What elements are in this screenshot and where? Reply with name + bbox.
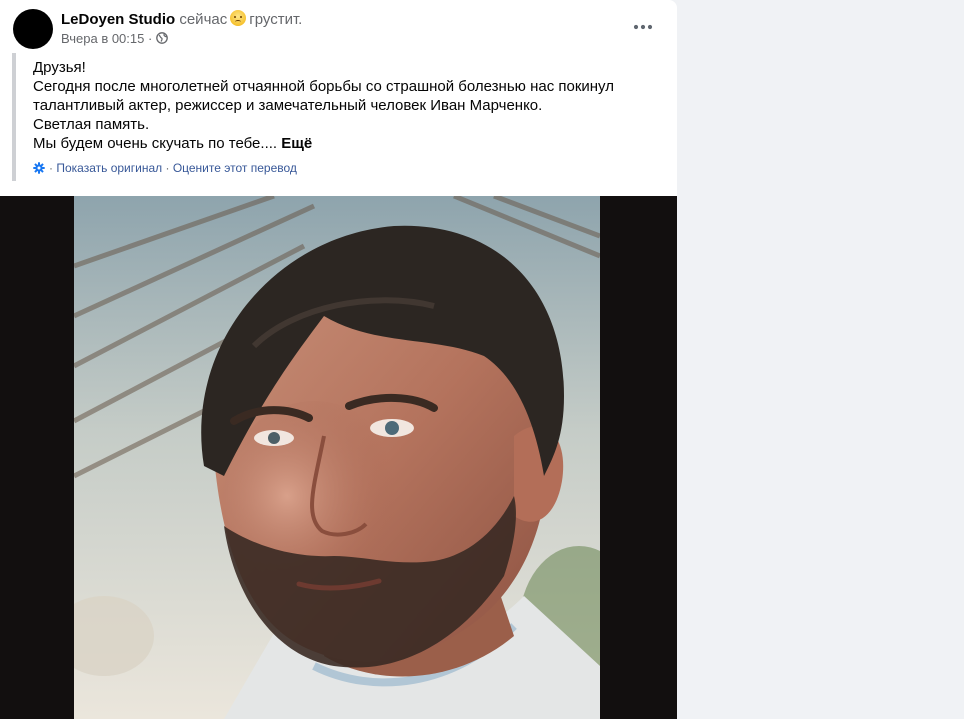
post-header: LeDoyen Studio сейчас грустит. Вчера в 00… [0,0,677,52]
post-text-line: Светлая память. [33,116,150,133]
post-text-line: Друзья! [33,59,86,76]
feeling-prefix: сейчас [179,11,228,28]
translation-separator: · [49,161,53,175]
feeling-text: грустит. [249,11,303,28]
translation-bar: · Показать оригинал · Оцените этот перев… [33,160,297,176]
post-meta: Вчера в 00:15 · [61,31,168,47]
more-dots-icon [633,24,653,30]
show-original-link[interactable]: Показать оригинал [56,161,162,175]
post-text: Друзья! Сегодня после многолетней отчаян… [33,58,663,153]
post-card: LeDoyen Studio сейчас грустит. Вчера в 00… [0,0,677,719]
rate-translation-link[interactable]: Оцените этот перевод [173,161,297,175]
portrait-photo [74,196,600,719]
more-options-button[interactable] [627,11,659,43]
post-timestamp[interactable]: Вчера в 00:15 [61,31,144,46]
post-photo[interactable] [74,196,600,719]
gear-icon [33,162,45,174]
post-text-line: талантливый актер, режиссер и замечатель… [33,97,543,114]
globe-icon[interactable] [156,32,168,44]
sad-face-emoji-icon [230,10,247,26]
quote-bar [12,53,16,181]
avatar[interactable] [13,9,53,49]
post-text-line: Сегодня после многолетней отчаянной борь… [33,78,614,95]
author-name[interactable]: LeDoyen Studio [61,11,175,28]
meta-separator: · [148,31,153,46]
post-media[interactable] [0,196,677,719]
post-text-line: Мы будем очень скучать по тебе.... [33,135,278,152]
see-more-link[interactable]: Ещё [281,135,312,152]
post-text-last-line: Мы будем очень скучать по тебе.... Ещё [33,134,663,153]
translation-separator: · [165,161,170,175]
author-line: LeDoyen Studio сейчас грустит. [61,10,302,29]
